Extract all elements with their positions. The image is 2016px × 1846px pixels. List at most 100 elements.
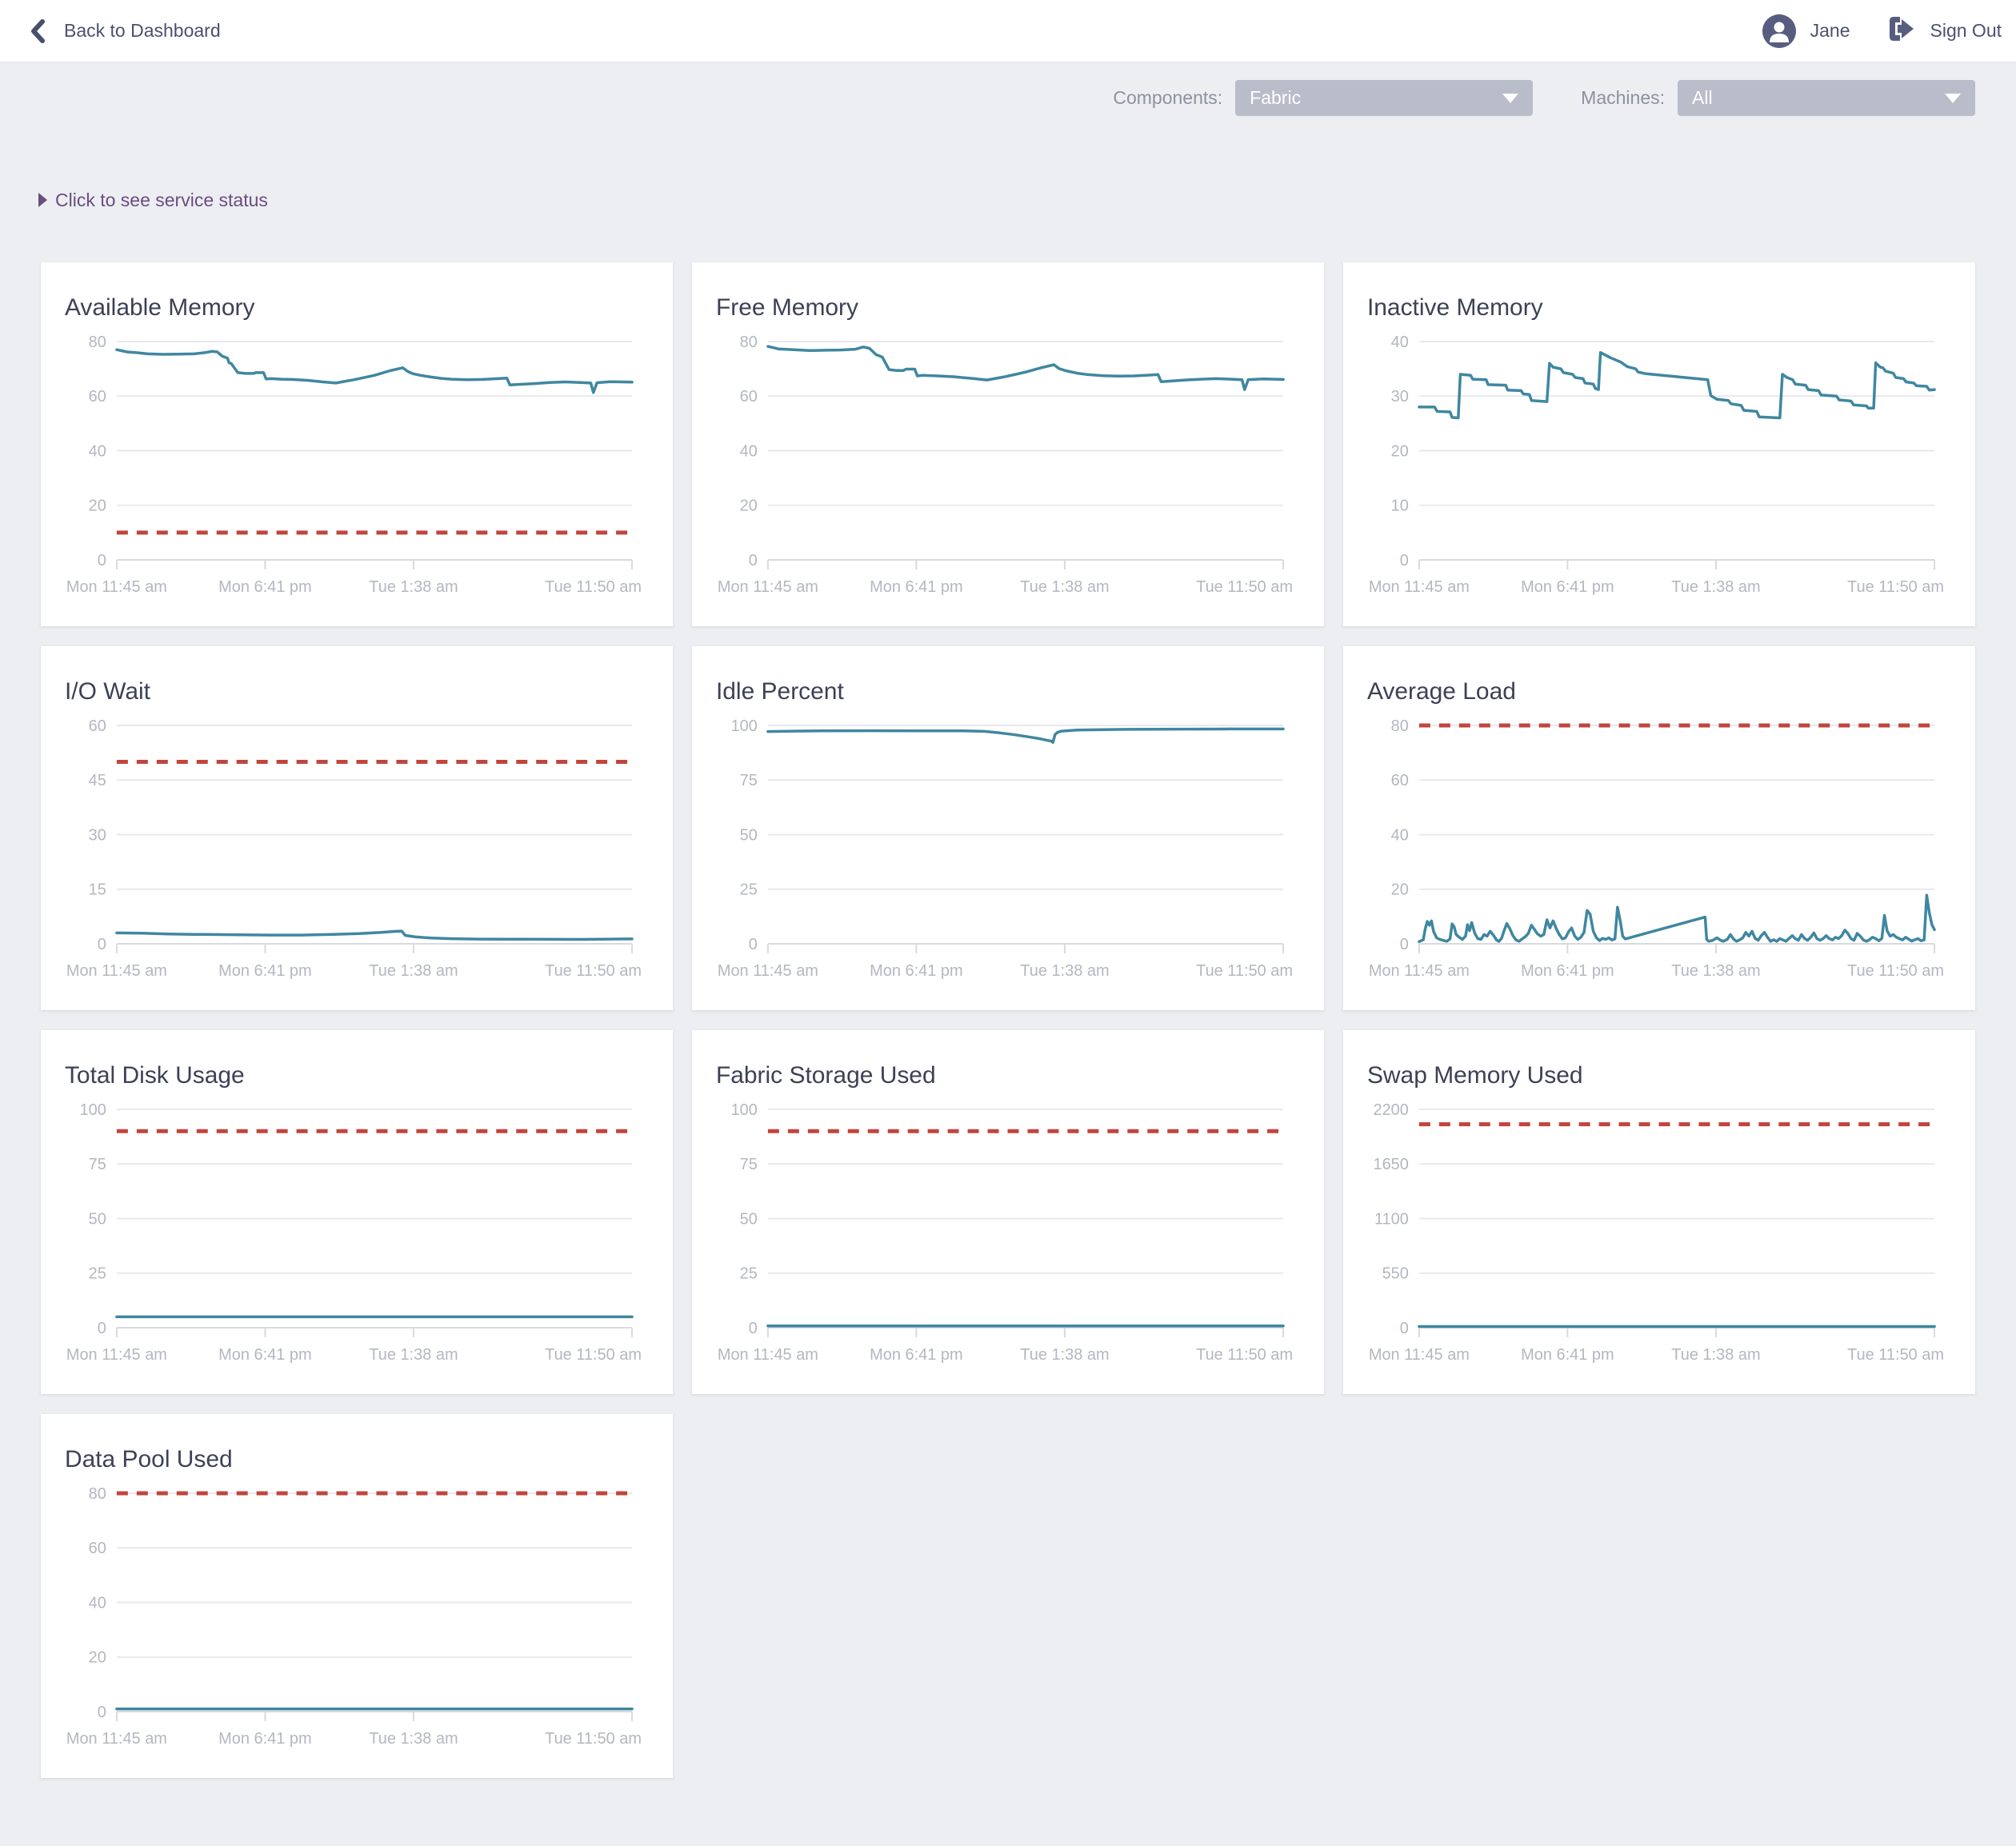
x-tick-label: Tue 11:50 am (1847, 1346, 1944, 1364)
x-tick-label: Tue 11:50 am (1196, 1346, 1293, 1364)
y-tick-label: 60 (89, 1540, 106, 1557)
series-line (117, 350, 632, 393)
y-tick-label: 50 (740, 826, 758, 844)
chart-title: Inactive Memory (1367, 294, 1543, 321)
y-tick-label: 0 (1400, 552, 1409, 569)
y-tick-label: 15 (89, 881, 106, 899)
chart-card-swap-memory-used: Swap Memory Used0550110016502200Mon 11:4… (1343, 1030, 1975, 1394)
series-line (1419, 895, 1934, 941)
y-tick-label: 30 (89, 826, 106, 844)
y-tick-label: 20 (1391, 442, 1409, 460)
x-tick-label: Tue 1:38 am (1671, 1346, 1760, 1364)
back-label: Back to Dashboard (64, 20, 221, 42)
components-select-value: Fabric (1250, 87, 1301, 109)
series-line (768, 729, 1283, 742)
chart-title: Fabric Storage Used (716, 1062, 936, 1089)
x-tick-label: Mon 11:45 am (66, 962, 167, 980)
y-tick-label: 60 (89, 717, 106, 735)
x-tick-label: Mon 6:41 pm (870, 578, 962, 596)
x-tick-label: Tue 11:50 am (1196, 578, 1293, 596)
chart-canvas: Fabric Storage Used0255075100Mon 11:45 a… (692, 1030, 1324, 1394)
chart-title: Total Disk Usage (65, 1062, 245, 1089)
header-bar: Back to Dashboard Jane Sign Out (0, 0, 2016, 62)
chart-title: Data Pool Used (65, 1446, 233, 1472)
x-tick-label: Tue 1:38 am (1020, 962, 1109, 980)
x-tick-label: Mon 6:41 pm (218, 1346, 311, 1364)
x-tick-label: Mon 11:45 am (66, 1730, 167, 1748)
y-tick-label: 0 (98, 936, 106, 953)
series-line (117, 931, 632, 939)
y-tick-label: 25 (740, 881, 758, 899)
y-tick-label: 40 (740, 442, 758, 460)
y-tick-label: 0 (749, 552, 758, 569)
chart-canvas: I/O Wait015304560Mon 11:45 amMon 6:41 pm… (41, 646, 673, 1010)
series-line (1419, 353, 1934, 418)
y-tick-label: 80 (1391, 717, 1409, 735)
y-tick-label: 10 (1391, 497, 1409, 515)
y-tick-label: 20 (89, 497, 106, 515)
chart-canvas: Free Memory020406080Mon 11:45 amMon 6:41… (692, 262, 1324, 626)
sign-out-label: Sign Out (1930, 20, 2002, 42)
y-tick-label: 0 (98, 552, 106, 569)
sign-out-button[interactable]: Sign Out (1887, 15, 2002, 46)
y-tick-label: 75 (89, 1156, 106, 1173)
components-select[interactable]: Fabric (1235, 80, 1533, 116)
y-tick-label: 100 (731, 717, 758, 735)
user-menu[interactable]: Jane (1762, 14, 1850, 48)
x-tick-label: Tue 1:38 am (1671, 962, 1760, 980)
x-tick-label: Mon 6:41 pm (1521, 962, 1614, 980)
y-tick-label: 100 (80, 1101, 106, 1119)
chart-card-total-disk-usage: Total Disk Usage0255075100Mon 11:45 amMo… (41, 1030, 673, 1394)
x-tick-label: Tue 1:38 am (369, 962, 458, 980)
machines-select[interactable]: All (1678, 80, 1975, 116)
x-tick-label: Tue 11:50 am (545, 962, 642, 980)
chart-canvas: Inactive Memory010203040Mon 11:45 amMon … (1343, 262, 1975, 626)
components-label: Components: (1113, 87, 1222, 109)
y-tick-label: 40 (1391, 334, 1409, 351)
back-chevron-icon (27, 19, 48, 43)
x-tick-label: Mon 6:41 pm (218, 962, 311, 980)
y-tick-label: 0 (1400, 1320, 1409, 1337)
back-button[interactable]: Back to Dashboard (27, 19, 221, 43)
x-tick-label: Mon 11:45 am (66, 1346, 167, 1364)
chevron-down-icon (1502, 94, 1518, 103)
y-tick-label: 40 (1391, 826, 1409, 844)
x-tick-label: Mon 6:41 pm (218, 1730, 311, 1748)
x-tick-label: Tue 1:38 am (369, 578, 458, 596)
chart-canvas: Swap Memory Used0550110016502200Mon 11:4… (1343, 1030, 1975, 1394)
x-tick-label: Tue 11:50 am (545, 578, 642, 596)
x-tick-label: Tue 11:50 am (1847, 578, 1944, 596)
y-tick-label: 60 (740, 388, 758, 406)
x-tick-label: Mon 6:41 pm (218, 578, 311, 596)
chart-card-free-memory: Free Memory020406080Mon 11:45 amMon 6:41… (692, 262, 1324, 626)
y-tick-label: 40 (89, 442, 106, 460)
x-tick-label: Tue 11:50 am (1847, 962, 1944, 980)
header-right: Jane Sign Out (1762, 14, 2002, 48)
y-tick-label: 50 (740, 1210, 758, 1228)
chart-card-fabric-storage-used: Fabric Storage Used0255075100Mon 11:45 a… (692, 1030, 1324, 1394)
user-avatar-icon (1762, 14, 1796, 48)
x-tick-label: Mon 11:45 am (718, 578, 818, 596)
chart-card-inactive-memory: Inactive Memory010203040Mon 11:45 amMon … (1343, 262, 1975, 626)
x-tick-label: Mon 11:45 am (718, 1346, 818, 1364)
y-tick-label: 30 (1391, 388, 1409, 406)
chart-title: Swap Memory Used (1367, 1062, 1583, 1089)
x-tick-label: Mon 11:45 am (1369, 1346, 1470, 1364)
x-tick-label: Tue 1:38 am (1020, 1346, 1109, 1364)
y-tick-label: 20 (89, 1649, 106, 1667)
y-tick-label: 45 (89, 772, 106, 789)
y-tick-label: 75 (740, 772, 758, 789)
x-tick-label: Tue 1:38 am (1671, 578, 1760, 596)
y-tick-label: 1650 (1373, 1156, 1408, 1173)
y-tick-label: 1100 (1374, 1210, 1409, 1228)
chart-card-available-memory: Available Memory020406080Mon 11:45 amMon… (41, 262, 673, 626)
chart-title: Available Memory (65, 294, 254, 321)
user-name: Jane (1810, 20, 1850, 42)
service-status-toggle[interactable]: Click to see service status (38, 188, 268, 212)
machines-select-value: All (1692, 87, 1713, 109)
chart-title: Idle Percent (716, 678, 844, 705)
filter-controls: Components: Fabric Machines: All (0, 80, 1975, 116)
y-tick-label: 80 (89, 334, 106, 351)
y-tick-label: 50 (89, 1210, 106, 1228)
y-tick-label: 100 (731, 1101, 758, 1119)
